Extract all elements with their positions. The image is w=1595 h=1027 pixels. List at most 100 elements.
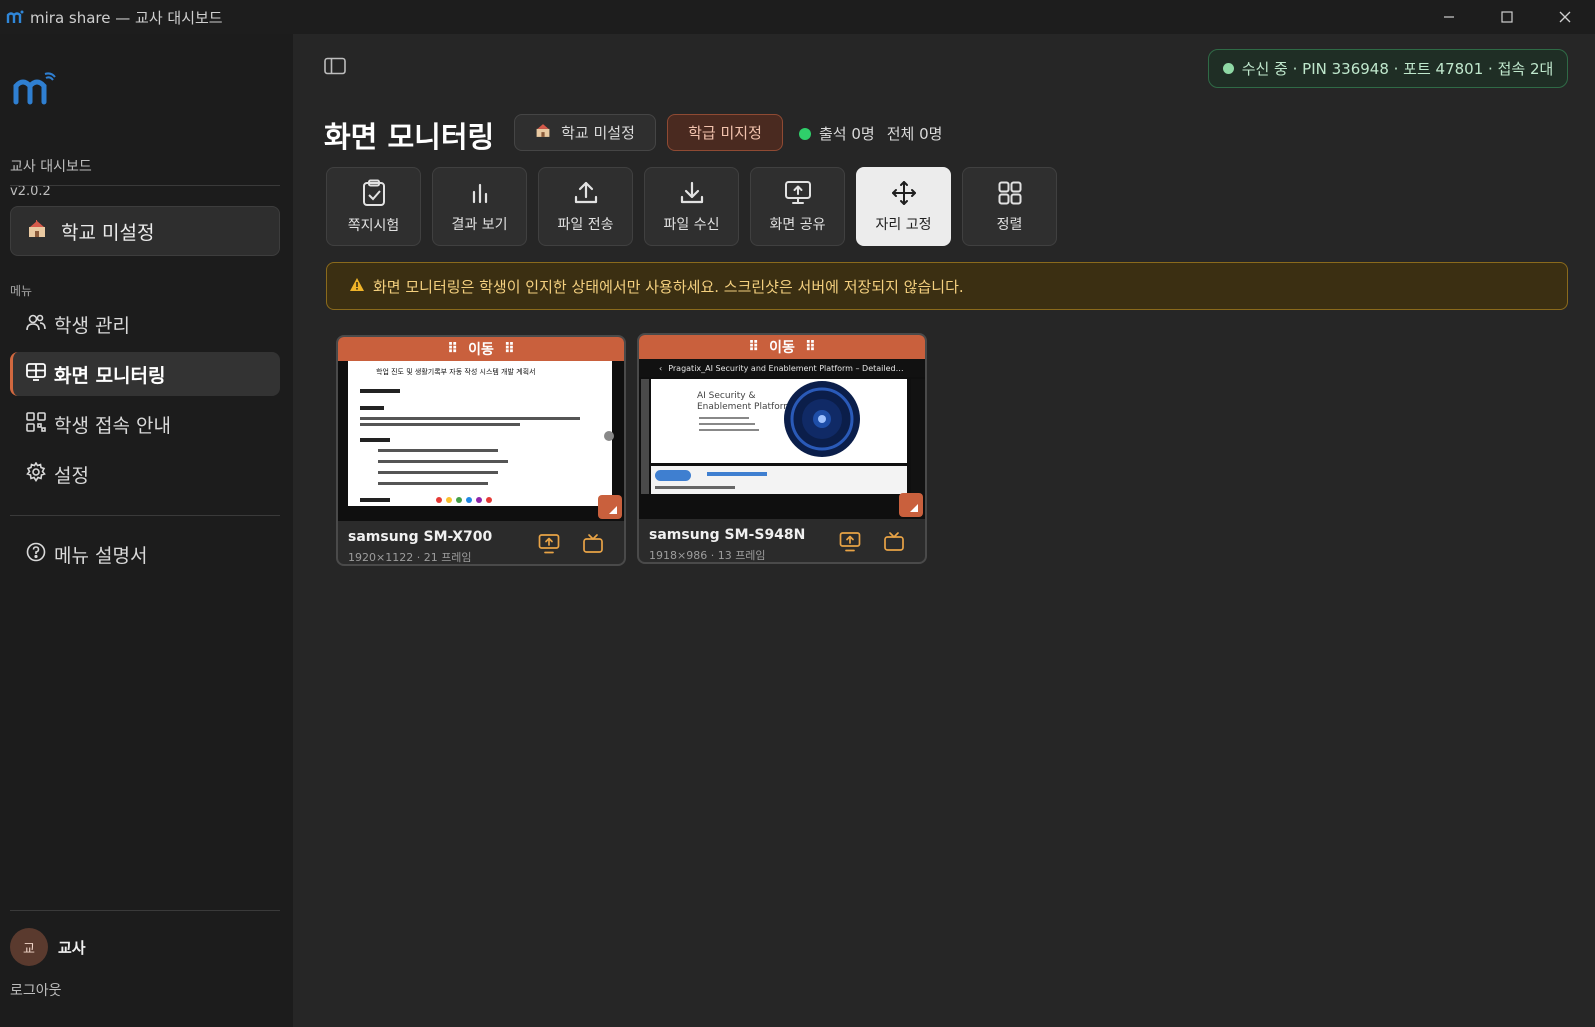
users-icon	[26, 312, 46, 337]
warning-icon	[349, 277, 365, 296]
privacy-warning-banner: 화면 모니터링은 학생이 인지한 상태에서만 사용하세요. 스크린샷은 서버에 …	[326, 262, 1568, 310]
arrange-button[interactable]: 정렬	[962, 167, 1057, 246]
drag-grip-icon: ⠿	[503, 341, 515, 357]
sidebar-item-label: 설정	[54, 464, 89, 487]
grid-icon	[998, 181, 1021, 204]
quiz-button[interactable]: 쪽지시험	[326, 167, 421, 246]
drag-grip-icon: ⠿	[748, 339, 760, 355]
window-title: mira share — 교사 대시보드	[30, 8, 223, 27]
sidebar-item-access-guide[interactable]: 학생 접속 안내	[10, 402, 280, 446]
app-name: 교사 대시보드	[10, 159, 92, 175]
tool-label: 정렬	[996, 216, 1023, 233]
clipboard-check-icon	[362, 179, 385, 206]
scroll-indicator	[604, 431, 614, 441]
class-chip-label: 학급 미지정	[688, 124, 762, 142]
avatar: 교	[10, 928, 48, 966]
logout-link[interactable]: 로그아웃	[10, 980, 62, 1000]
tv-icon	[884, 532, 904, 551]
drag-grip-icon: ⠿	[804, 339, 816, 355]
tool-label: 자리 고정	[875, 216, 932, 233]
doc-title: 학업 진도 및 생활기록부 자동 작성 시스템 개발 계획서	[376, 368, 536, 376]
slide-preview-next	[651, 466, 907, 494]
school-icon	[27, 219, 47, 243]
sidebar-item-label: 화면 모니터링	[54, 364, 166, 387]
connection-status-badge: 수신 중 · PIN 336948 · 포트 47801 · 접속 2대	[1208, 49, 1568, 88]
device-screen-thumbnail[interactable]: ‹ Pragatix_AI Security and Enablement Pl…	[639, 359, 925, 519]
platform-diagram	[779, 379, 865, 459]
share-to-device-button[interactable]	[839, 531, 861, 553]
class-chip[interactable]: 학급 미지정	[667, 114, 783, 151]
user-name: 교사	[58, 938, 86, 957]
status-dot-icon	[1222, 63, 1234, 74]
school-selector[interactable]: 학교 미설정	[10, 206, 280, 256]
sidebar-item-settings[interactable]: 설정	[10, 452, 280, 496]
school-chip-label: 학교 미설정	[561, 124, 635, 142]
device-info: samsung SM-X700 1920×1122 · 21 프레임	[338, 521, 624, 564]
device-meta: 1920×1122 · 21 프레임	[348, 551, 472, 564]
panel-left-icon	[324, 57, 346, 75]
maximize-button[interactable]	[1478, 0, 1536, 34]
document-preview: 학업 진도 및 생활기록부 자동 작성 시스템 개발 계획서	[348, 361, 612, 506]
browser-tab-bar: ‹ Pragatix_AI Security and Enablement Pl…	[639, 359, 925, 377]
brand-logo-icon	[12, 72, 56, 110]
minimize-button[interactable]	[1420, 0, 1478, 34]
file-receive-button[interactable]: 파일 수신	[644, 167, 739, 246]
title-bar: mira share — 교사 대시보드	[0, 0, 1595, 34]
menu-section-label: 메뉴	[10, 284, 33, 298]
sidebar-toggle-button[interactable]	[324, 57, 348, 77]
device-name: samsung SM-X700	[348, 529, 493, 545]
sidebar-item-help[interactable]: 메뉴 설명서	[10, 532, 280, 576]
move-label: 이동	[769, 340, 795, 356]
slide-preview: AI Security & Enablement Platform	[651, 379, 907, 463]
tool-label: 쪽지시험	[347, 217, 400, 234]
slide-title: Pragatix_AI Security and Enablement Plat…	[668, 363, 904, 373]
help-circle-icon	[26, 542, 46, 567]
resize-handle[interactable]	[598, 495, 622, 519]
screen-share-icon	[839, 532, 861, 552]
move-label: 이동	[468, 342, 494, 358]
sidebar: 교사 대시보드 v2.0.2 학교 미설정 메뉴 학생 관리 화면 모니터링 학…	[0, 34, 293, 1027]
slide-controls	[911, 379, 925, 494]
file-send-button[interactable]: 파일 전송	[538, 167, 633, 246]
device-screen-thumbnail[interactable]: 학업 진도 및 생활기록부 자동 작성 시스템 개발 계획서	[338, 361, 624, 521]
divider	[10, 185, 280, 186]
back-chevron-icon: ‹	[659, 363, 663, 373]
resize-handle[interactable]	[899, 493, 923, 517]
share-to-device-button[interactable]	[538, 533, 560, 555]
total-count: 전체 0명	[886, 125, 943, 143]
seat-lock-button[interactable]: 자리 고정	[856, 167, 951, 246]
tool-label: 화면 공유	[769, 216, 826, 233]
results-button[interactable]: 결과 보기	[432, 167, 527, 246]
device-card[interactable]: ⠿ 이동 ⠿ ‹ Pragatix_AI Security and Enable…	[637, 333, 927, 564]
bar-chart-icon	[472, 183, 487, 203]
monitor-grid-icon	[26, 362, 46, 387]
school-label: 학교 미설정	[61, 221, 155, 244]
download-icon	[680, 181, 703, 203]
screen-share-icon	[538, 534, 560, 554]
qr-icon	[26, 411, 46, 437]
sidebar-item-label: 메뉴 설명서	[54, 544, 148, 567]
sidebar-item-students[interactable]: 학생 관리	[10, 302, 280, 346]
sidebar-item-monitoring[interactable]: 화면 모니터링	[10, 352, 280, 396]
view-screen-button[interactable]	[582, 533, 604, 555]
user-profile: 교 교사	[10, 928, 86, 966]
drag-handle[interactable]: ⠿ 이동 ⠿	[639, 335, 925, 359]
upload-icon	[574, 181, 597, 203]
tool-label: 파일 수신	[663, 216, 720, 233]
divider	[10, 515, 280, 516]
close-button[interactable]	[1536, 0, 1594, 34]
view-screen-button[interactable]	[883, 531, 905, 553]
sidebar-item-label: 학생 관리	[54, 314, 130, 337]
slide-sidebar	[641, 379, 649, 494]
tool-label: 결과 보기	[451, 216, 508, 233]
gear-icon	[26, 460, 46, 487]
close-icon	[1559, 11, 1571, 23]
tv-icon	[583, 534, 603, 553]
warning-text: 화면 모니터링은 학생이 인지한 상태에서만 사용하세요. 스크린샷은 서버에 …	[373, 277, 964, 296]
school-icon	[535, 123, 551, 142]
device-card[interactable]: ⠿ 이동 ⠿ 학업 진도 및 생활기록부 자동 작성 시스템 개발 계획서 sa…	[336, 335, 626, 566]
screen-share-button[interactable]: 화면 공유	[750, 167, 845, 246]
drag-handle[interactable]: ⠿ 이동 ⠿	[338, 337, 624, 361]
school-chip[interactable]: 학교 미설정	[514, 114, 656, 151]
screen-share-icon	[784, 180, 811, 204]
